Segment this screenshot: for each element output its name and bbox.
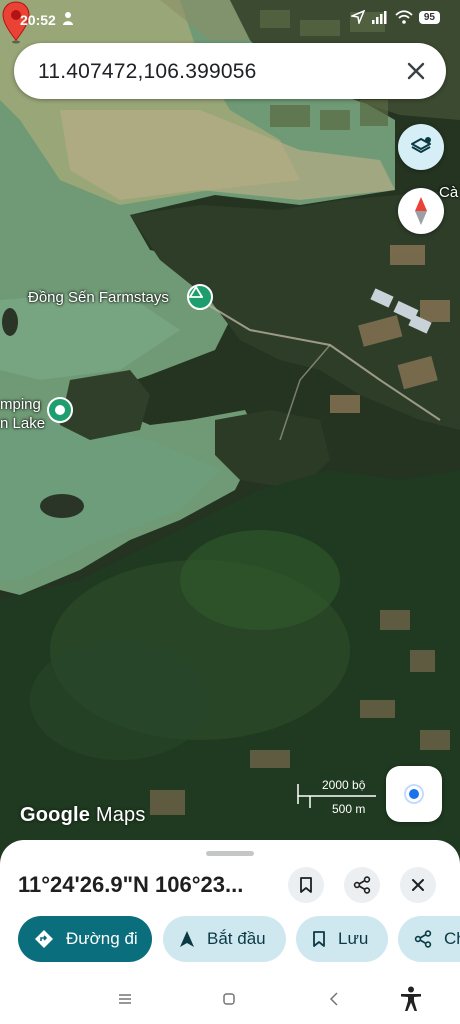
save-button[interactable]: Lưu <box>296 916 388 962</box>
camping-poi-icon[interactable] <box>187 284 213 310</box>
close-icon[interactable] <box>402 57 430 85</box>
close-icon <box>412 879 424 891</box>
directions-label: Đường đi <box>66 929 138 948</box>
close-sheet-button[interactable] <box>400 867 436 903</box>
scale-imperial: 2000 bộ <box>322 778 366 792</box>
save-icon-button[interactable] <box>288 867 324 903</box>
location-arrow-icon <box>350 10 365 24</box>
map-label-dong-sen-farmstays[interactable]: Đồng Sến Farmstays <box>28 289 169 306</box>
back-icon <box>329 992 338 1006</box>
satellite-imagery <box>0 0 460 880</box>
compass-icon <box>415 197 427 225</box>
watermark-google: Google <box>20 804 91 826</box>
search-bar[interactable]: 11.407472,106.399056 <box>14 43 446 99</box>
park-poi-icon[interactable] <box>47 397 73 423</box>
bookmark-icon <box>300 877 312 893</box>
satellite-map[interactable]: Cà Đồng Sến Farmstays mping n Lake 2000 … <box>0 0 460 880</box>
share-label: Ch <box>444 929 460 948</box>
save-label: Lưu <box>338 929 369 948</box>
status-time: 20:52 <box>20 12 56 28</box>
layers-icon <box>411 137 431 153</box>
compass-button[interactable] <box>398 188 444 234</box>
share-button[interactable]: Ch <box>398 916 460 962</box>
sheet-drag-handle[interactable] <box>206 851 254 856</box>
signal-icon <box>371 11 387 24</box>
map-scale: 2000 bộ 500 m <box>296 778 376 818</box>
action-chips: Đường đi Bắt đầu Lưu Ch <box>18 916 460 962</box>
place-title: 11°24'26.9"N 106°23... <box>18 872 244 897</box>
scale-metric: 500 m <box>332 802 366 816</box>
battery-indicator: 95 <box>418 10 440 24</box>
watermark-maps: Maps <box>95 804 146 826</box>
person-icon <box>62 11 74 28</box>
share-icon-button[interactable] <box>344 867 380 903</box>
recents-button[interactable] <box>112 986 138 1012</box>
my-location-button[interactable] <box>386 766 442 822</box>
my-location-icon <box>406 786 422 802</box>
start-button[interactable]: Bắt đầu <box>163 916 286 962</box>
home-icon <box>223 993 235 1005</box>
accessibility-button[interactable] <box>398 986 424 1012</box>
share-icon <box>353 876 371 894</box>
start-label: Bắt đầu <box>207 929 266 948</box>
directions-button[interactable]: Đường đi <box>18 916 152 962</box>
navigation-arrow-icon <box>180 931 194 947</box>
bookmark-icon <box>313 931 325 947</box>
search-query[interactable]: 11.407472,106.399056 <box>38 60 257 84</box>
status-icons: 95 <box>350 10 440 24</box>
back-button[interactable] <box>321 986 347 1012</box>
menu-icon <box>119 994 131 1004</box>
status-bar: 20:52 95 <box>0 0 460 38</box>
layers-button[interactable] <box>398 124 444 170</box>
home-button[interactable] <box>216 986 242 1012</box>
map-label-camping-line1[interactable]: mping <box>0 396 41 413</box>
directions-icon <box>35 930 53 948</box>
wifi-icon <box>395 10 413 24</box>
system-nav-bar <box>0 974 460 1024</box>
accessibility-icon <box>401 986 421 1011</box>
google-maps-watermark: Google Maps <box>20 804 146 827</box>
share-icon <box>414 930 432 948</box>
map-label-camping-line2[interactable]: n Lake <box>0 415 45 432</box>
map-label-edge[interactable]: Cà <box>439 184 458 201</box>
